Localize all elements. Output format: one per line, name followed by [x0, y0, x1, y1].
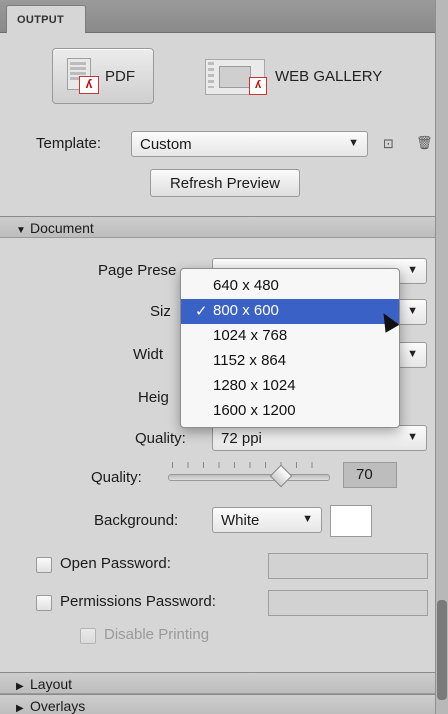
section-layout-header[interactable]: ▶ Layout: [0, 672, 436, 694]
template-label: Template:: [36, 135, 102, 152]
scrollbar[interactable]: [435, 0, 448, 714]
size-menu-item[interactable]: 640 x 480: [181, 274, 399, 299]
disable-printing-label: Disable Printing: [104, 626, 210, 643]
size-menu-item-label: 1152 x 864: [213, 352, 287, 369]
chevron-down-icon: ▼: [407, 264, 418, 276]
size-menu-item-label: 1600 x 1200: [213, 402, 296, 419]
chevron-down-icon: ▼: [348, 137, 359, 149]
save-template-icon[interactable]: ⊡: [383, 136, 394, 152]
permissions-password-checkbox[interactable]: [36, 595, 52, 611]
refresh-preview-button[interactable]: Refresh Preview: [150, 169, 300, 197]
chevron-down-icon: ▼: [407, 431, 418, 443]
background-select[interactable]: White ▼: [212, 507, 322, 533]
quality-preset-label: Quality:: [135, 430, 186, 447]
size-menu-item-label: 640 x 480: [213, 277, 279, 294]
size-menu-item[interactable]: 1024 x 768: [181, 324, 399, 349]
permissions-password-label: Permissions Password:: [60, 593, 216, 610]
size-menu-item-label: 1280 x 1024: [213, 377, 296, 394]
background-label: Background:: [94, 512, 179, 529]
permissions-password-field[interactable]: [268, 590, 428, 616]
size-dropdown-menu: 640 x 480 ✓ 800 x 600 1024 x 768 1152 x 864 1…: [180, 268, 400, 428]
disclosure-collapsed-icon: ▶: [16, 681, 24, 692]
trash-icon[interactable]: 🗑: [416, 135, 433, 151]
size-menu-item[interactable]: 1152 x 864: [181, 349, 399, 374]
quality-slider-ticks: [172, 462, 327, 468]
disclosure-collapsed-icon: ▶: [16, 703, 24, 714]
quality-preset-value: 72 ppi: [221, 430, 262, 447]
quality-slider-thumb[interactable]: [269, 464, 293, 488]
size-menu-item[interactable]: 1600 x 1200: [181, 399, 399, 424]
web-gallery-icon: ʎ: [205, 57, 269, 95]
quality-slider[interactable]: [168, 474, 330, 481]
open-password-field[interactable]: [268, 553, 428, 579]
background-color-swatch[interactable]: [330, 505, 372, 537]
checkmark-icon: ✓: [195, 303, 208, 320]
pdf-button[interactable]: ʎ PDF: [52, 48, 154, 104]
size-menu-item-label: 1024 x 768: [213, 327, 288, 344]
size-menu-item[interactable]: ✓ 800 x 600: [181, 299, 399, 324]
quality-slider-label: Quality:: [91, 469, 142, 486]
pdf-button-label: PDF: [105, 67, 135, 85]
scrollbar-thumb[interactable]: [437, 600, 447, 700]
width-label: Widt: [133, 346, 163, 363]
template-select[interactable]: Custom ▼: [131, 131, 368, 157]
chevron-down-icon: ▼: [302, 513, 313, 525]
output-panel: OUTPUT ʎ PDF ʎ WEB GALLERY Template: Cus…: [0, 0, 437, 714]
disclosure-expanded-icon: ▼: [16, 225, 26, 236]
page-preset-label: Page Prese: [98, 262, 177, 279]
open-password-checkbox[interactable]: [36, 557, 52, 573]
pdf-document-icon: ʎ: [65, 58, 99, 94]
height-label: Heig: [138, 389, 169, 406]
web-gallery-button[interactable]: ʎ WEB GALLERY: [205, 48, 405, 104]
chevron-down-icon: ▼: [407, 305, 418, 317]
template-select-value: Custom: [140, 136, 192, 153]
section-overlays-label: Overlays: [30, 698, 86, 714]
web-gallery-button-label: WEB GALLERY: [275, 67, 383, 85]
background-select-value: White: [221, 512, 260, 529]
open-password-label: Open Password:: [60, 555, 171, 572]
size-menu-item-label: 800 x 600: [213, 302, 279, 319]
section-document-header[interactable]: ▼ Document: [0, 216, 436, 238]
size-menu-item[interactable]: 1280 x 1024: [181, 374, 399, 399]
size-label: Siz: [150, 303, 171, 320]
tab-output[interactable]: OUTPUT: [6, 5, 86, 33]
section-overlays-header[interactable]: ▶ Overlays: [0, 694, 436, 714]
tab-strip: OUTPUT: [0, 0, 436, 33]
chevron-down-icon: ▼: [407, 348, 418, 360]
quality-value-field[interactable]: 70: [343, 462, 397, 488]
quality-preset-select[interactable]: 72 ppi ▼: [212, 425, 427, 451]
disable-printing-checkbox[interactable]: [80, 628, 96, 644]
section-layout-label: Layout: [30, 676, 73, 692]
section-document-label: Document: [30, 220, 94, 236]
